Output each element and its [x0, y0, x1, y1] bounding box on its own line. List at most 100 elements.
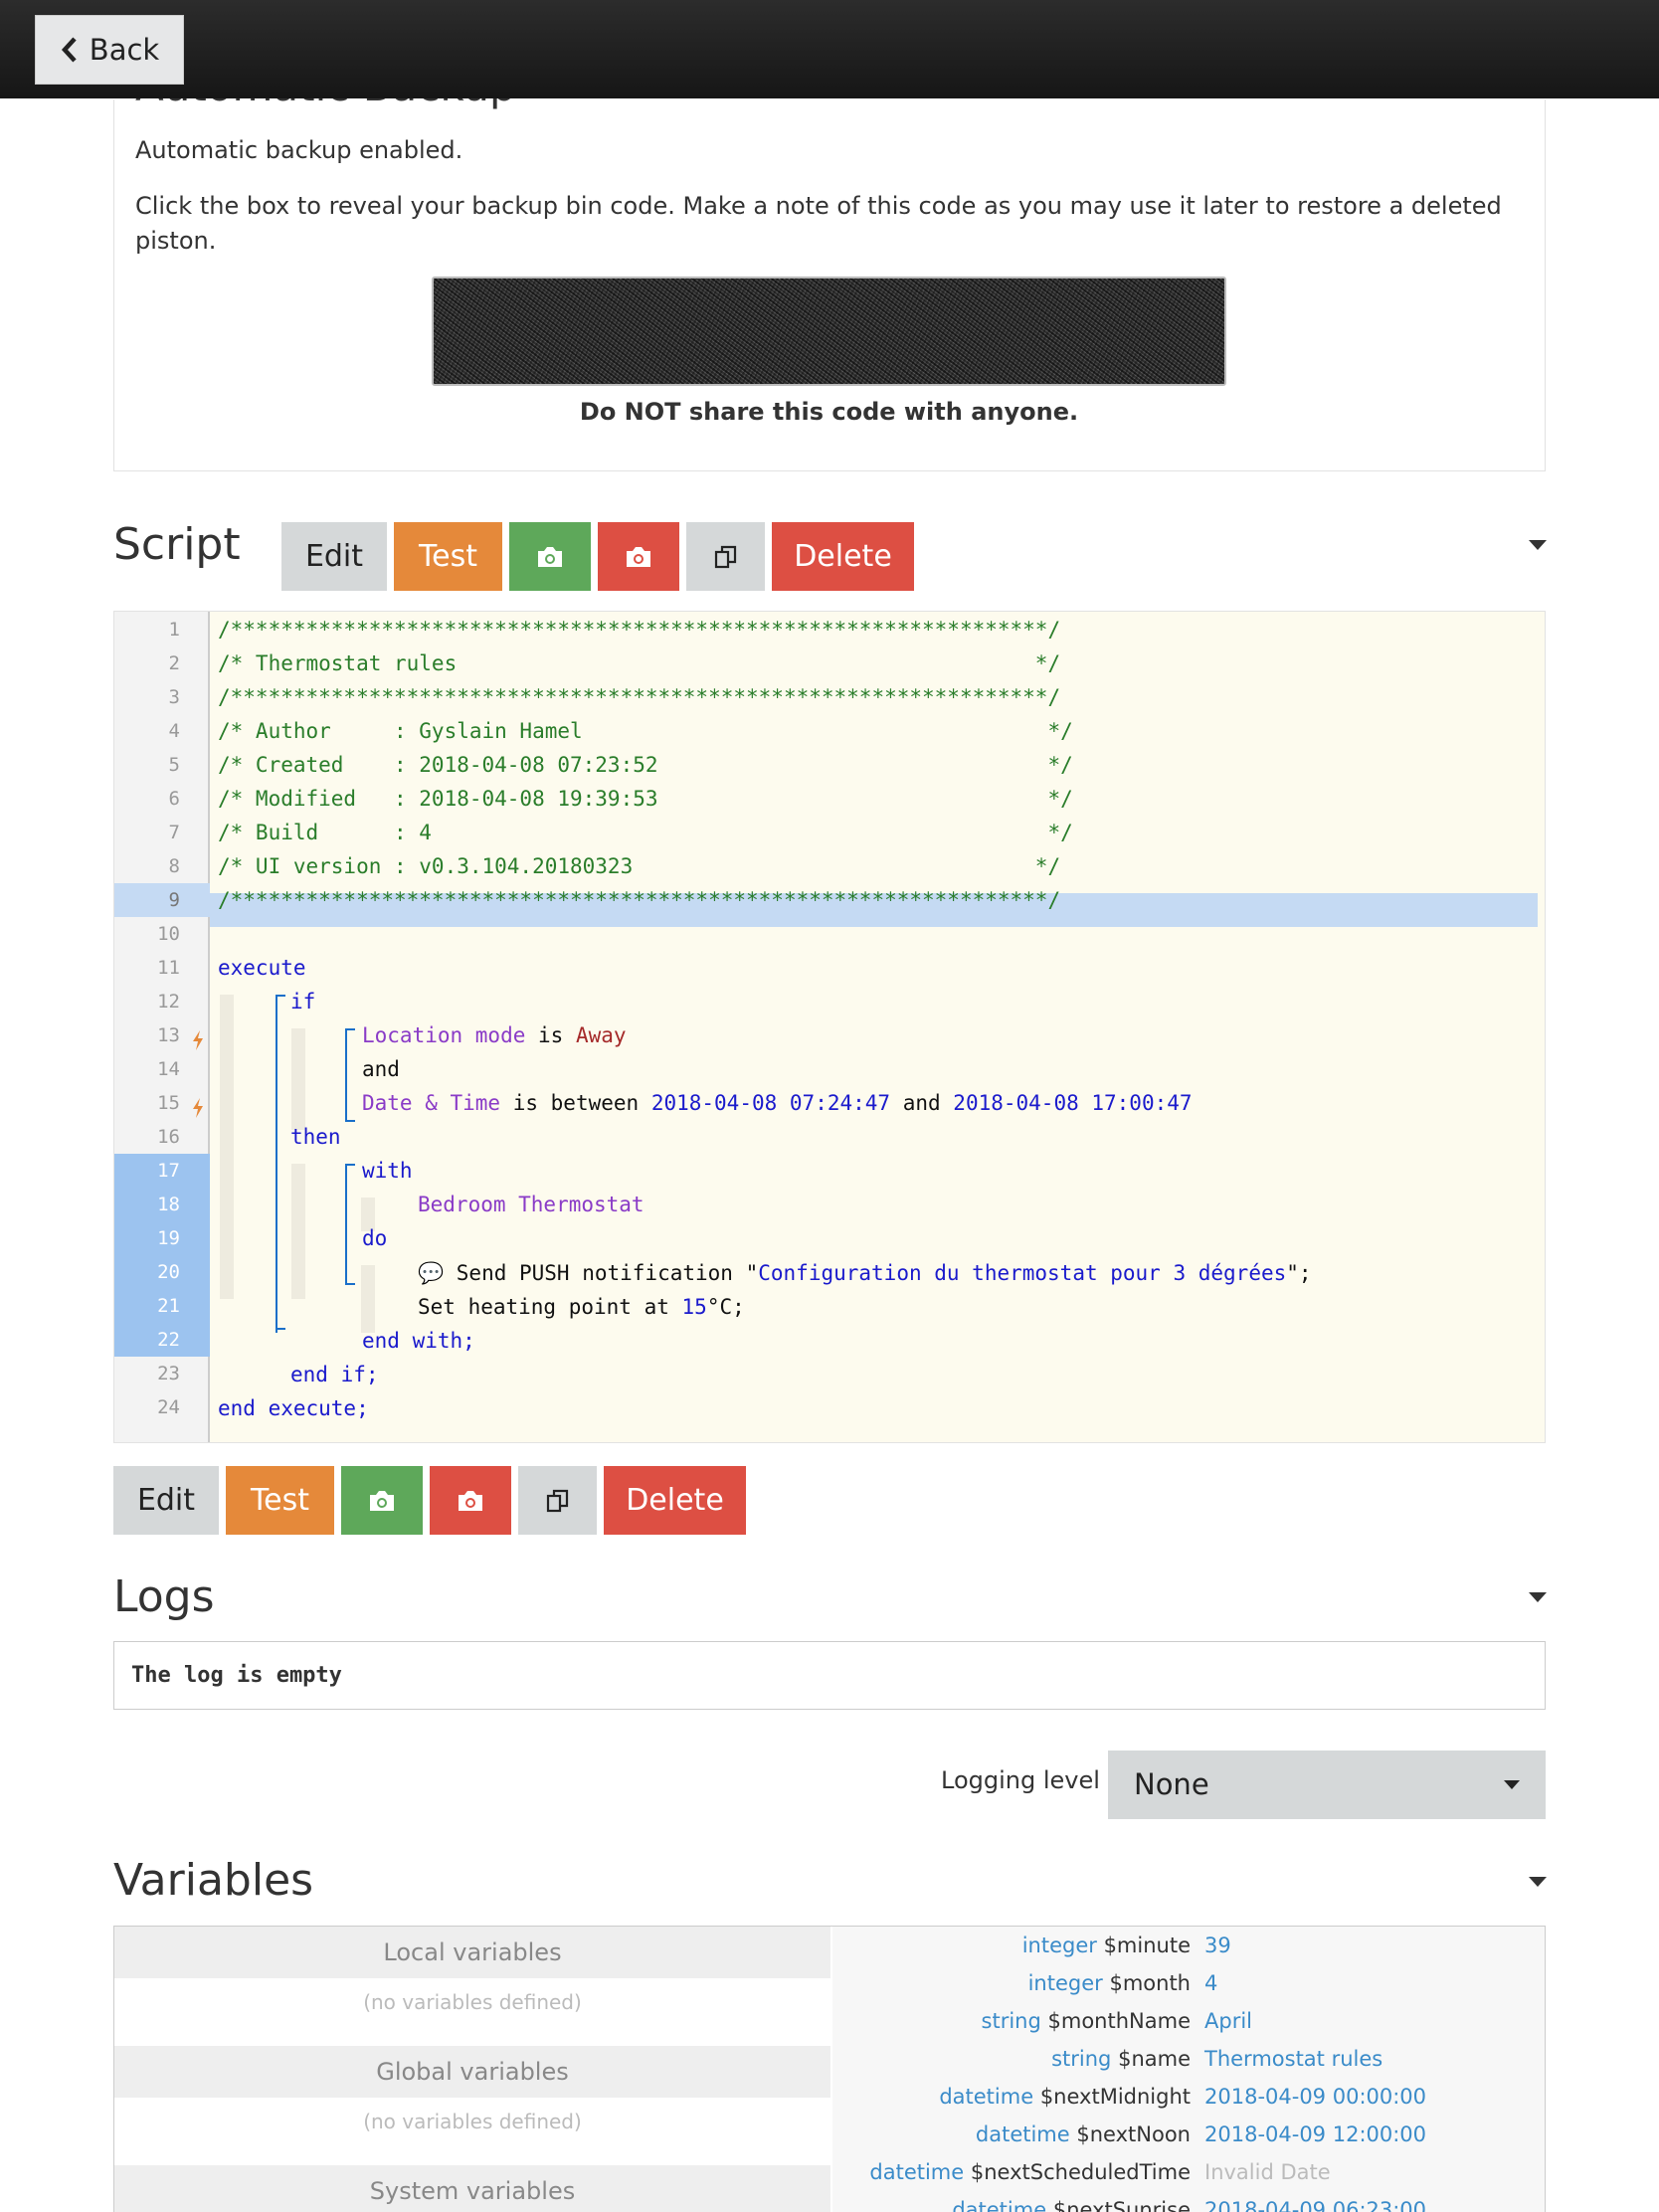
line-number[interactable]: 11 [114, 951, 180, 985]
variable-row: datetime $nextScheduledTime Invalid Date [832, 2153, 1545, 2191]
line-number[interactable]: 8 [114, 849, 180, 883]
camera-icon [627, 546, 650, 567]
device-bedroom-thermostat: Bedroom Thermostat [418, 1193, 645, 1216]
if-brace [276, 995, 285, 1333]
code-with: with [362, 1159, 413, 1183]
code-line-5: /* Created : 2018-04-08 07:23:52 */ [218, 753, 1073, 777]
code-if: if [290, 990, 316, 1014]
copy-icon [714, 545, 736, 568]
variable-value: 2018-04-09 12:00:00 [1204, 2122, 1427, 2146]
line-number[interactable]: 10 [114, 917, 180, 951]
code-line-2: /* Thermostat rules */ [218, 651, 1061, 675]
code-line-3: /***************************************… [218, 685, 1061, 709]
top-bar: Back [0, 0, 1659, 98]
variable-name: $nextNoon [1076, 2122, 1191, 2146]
line-number[interactable]: 20 [114, 1255, 210, 1289]
variable-value: April [1204, 2009, 1252, 2033]
variables-title: Variables [113, 1855, 314, 1906]
line-number[interactable]: 24 [114, 1390, 180, 1424]
line-number[interactable]: 18 [114, 1188, 210, 1221]
line-number[interactable]: 2 [114, 646, 180, 680]
line-number[interactable]: 23 [114, 1357, 180, 1390]
delete-button[interactable]: Delete [604, 1466, 746, 1535]
line-number[interactable]: 4 [114, 714, 180, 748]
variable-value: 4 [1204, 1971, 1218, 1995]
line-number[interactable]: 9 [114, 883, 210, 917]
variable-type: string [1051, 2047, 1112, 2071]
variable-type-name: datetime $nextMidnight [939, 2078, 1191, 2116]
line-number[interactable]: 6 [114, 782, 180, 816]
line-number[interactable]: 19 [114, 1221, 210, 1255]
line-number[interactable]: 13 [114, 1018, 180, 1052]
variable-type: integer [1021, 1934, 1097, 1957]
backup-warning: Do NOT share this code with anyone. [579, 398, 1079, 426]
variable-row: integer $month 4 [832, 1964, 1545, 2002]
code-end-execute: end execute; [218, 1396, 369, 1420]
edit-button[interactable]: Edit [113, 1466, 219, 1535]
duplicate-button[interactable] [518, 1466, 597, 1535]
variable-value: 39 [1204, 1934, 1231, 1957]
variable-name: $month [1109, 1971, 1191, 1995]
line-number[interactable]: 21 [114, 1289, 210, 1323]
line-number[interactable]: 7 [114, 816, 180, 849]
copy-icon [546, 1489, 568, 1512]
code-and: and [362, 1057, 400, 1081]
code-line-1: /***************************************… [218, 618, 1061, 642]
anonymized-snapshot-button[interactable] [430, 1466, 511, 1535]
snapshot-button[interactable] [509, 522, 591, 591]
line-number[interactable]: 22 [114, 1323, 210, 1357]
test-button[interactable]: Test [226, 1466, 334, 1535]
chevron-left-icon [61, 37, 77, 63]
script-code-view[interactable]: 1 2 3 4 5 6 7 8 9 10 11 12 13 14 15 16 17 18 19 20 21 22 23 24 … [113, 611, 1546, 1443]
variable-type: datetime [869, 2160, 965, 2184]
line-number[interactable]: 15 [114, 1086, 180, 1120]
variable-type: string [981, 2009, 1041, 2033]
test-button[interactable]: Test [394, 522, 502, 591]
script-toolbar-top: Edit Test Delete [281, 522, 914, 591]
script-collapse-icon[interactable] [1529, 540, 1547, 550]
line-number[interactable]: 16 [114, 1120, 180, 1154]
line-number[interactable]: 5 [114, 748, 180, 782]
camera-icon [370, 1490, 394, 1511]
variable-name: $nextMidnight [1039, 2085, 1191, 2109]
backup-code-box[interactable] [432, 276, 1226, 386]
variable-type: datetime [975, 2122, 1070, 2146]
code-condition-2: Date & Time is between 2018-04-08 07:24:… [362, 1091, 1193, 1115]
condition-brace [345, 1028, 355, 1122]
back-button-label: Back [89, 33, 160, 67]
line-number[interactable]: 1 [114, 613, 180, 646]
variable-type: integer [1027, 1971, 1103, 1995]
code-condition-1: Location mode is Away [362, 1023, 627, 1047]
line-number[interactable]: 12 [114, 985, 180, 1018]
logging-level-select[interactable]: None [1108, 1751, 1546, 1819]
line-number[interactable]: 14 [114, 1052, 180, 1086]
variables-collapse-icon[interactable] [1529, 1877, 1547, 1887]
variable-type-name: string $monthName [982, 2002, 1191, 2040]
code-end-if: end if; [290, 1363, 379, 1386]
delete-button[interactable]: Delete [772, 522, 914, 591]
anonymized-snapshot-button[interactable] [598, 522, 679, 591]
variable-name: $nextScheduledTime [970, 2160, 1191, 2184]
code-heating-task: Set heating point at 15°C; [418, 1295, 745, 1319]
line-number[interactable]: 17 [114, 1154, 210, 1188]
variable-row: datetime $nextSunrise 2018-04-09 06:23:00 [832, 2191, 1545, 2212]
code-then: then [290, 1125, 341, 1149]
logs-collapse-icon[interactable] [1529, 1592, 1547, 1602]
variable-row: datetime $nextMidnight 2018-04-09 00:00:0… [832, 2078, 1545, 2116]
with-brace [345, 1164, 355, 1285]
variable-type: datetime [952, 2198, 1047, 2212]
line-number[interactable]: 3 [114, 680, 180, 714]
variable-type: datetime [939, 2085, 1034, 2109]
snapshot-button[interactable] [341, 1466, 423, 1535]
code-push-task: 💬 Send PUSH notification "Configuration … [418, 1261, 1312, 1285]
duplicate-button[interactable] [686, 522, 765, 591]
variable-row: string $name Thermostat rules [832, 2040, 1545, 2078]
chevron-down-icon [1504, 1780, 1520, 1789]
code-line-9: /***************************************… [218, 888, 1061, 912]
variable-type-name: datetime $nextSunrise [952, 2191, 1191, 2212]
variable-row: integer $minute 39 [832, 1927, 1545, 1964]
logging-level-label: Logging level [941, 1766, 1100, 1794]
variable-type-name: integer $minute [1022, 1927, 1191, 1964]
edit-button[interactable]: Edit [281, 522, 387, 591]
back-button[interactable]: Back [35, 15, 184, 85]
